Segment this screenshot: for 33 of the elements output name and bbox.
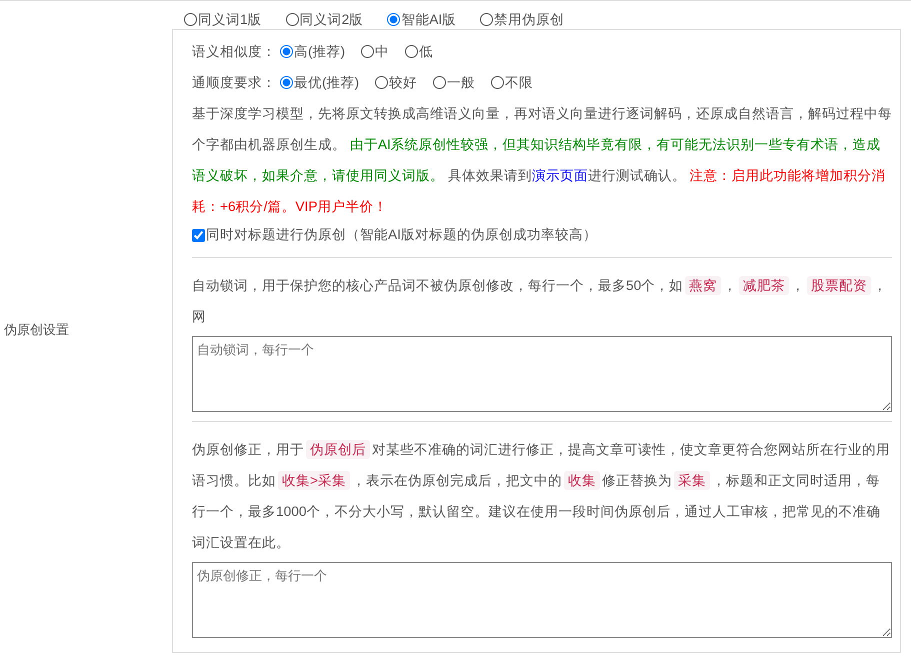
option-group-label: 语义相似度： <box>192 42 276 60</box>
option-label[interactable]: 一般 <box>447 74 476 92</box>
radio-button[interactable] <box>280 76 293 89</box>
checkbox-label[interactable]: 同时对标题进行伪原创（智能AI版对标题的伪原创成功率较高） <box>206 226 597 244</box>
correction-input[interactable]: 伪原创修正，每行一个 <box>192 562 892 638</box>
radio-button[interactable] <box>361 45 374 58</box>
correction-text: 伪原创修正，用于 伪原创后 对某些不准确的词汇进行修正，提高文章可读性，使文章更符合您网站所在行业的用语习惯。比如 收集>采集 ，表示在伪原创完成后，把文中的 收集 修正替换为 采集 ，标题和正文同时适用，每行一个，最多1000个，不分大小写，默认留空。建议在使用一段时间伪原创后，通过人工审核，把常见的不准确词汇设置在此。 <box>192 439 891 552</box>
option-label[interactable]: 低 <box>419 42 434 60</box>
option-label[interactable]: 同义词1版 <box>198 10 262 28</box>
option-label[interactable]: 最优(推荐) <box>294 74 360 92</box>
checkbox[interactable] <box>192 228 205 242</box>
option-label[interactable]: 不限 <box>505 74 534 92</box>
radio-button[interactable] <box>184 13 197 26</box>
radio-button[interactable] <box>480 13 494 26</box>
lock-words-input[interactable]: 自动锁词，每行一个 <box>192 336 892 412</box>
option-group-label: 通顺度要求： <box>192 74 276 92</box>
option-label[interactable]: 智能AI版 <box>401 10 456 28</box>
radio-button[interactable] <box>387 13 400 26</box>
radio-button[interactable] <box>280 45 293 58</box>
option-label[interactable]: 同义词2版 <box>300 10 364 28</box>
radio-button[interactable] <box>405 45 418 58</box>
demo-page-link[interactable]: 演示页面 <box>532 168 588 183</box>
option-label[interactable]: 高(推荐) <box>294 42 346 60</box>
radio-button[interactable] <box>491 76 504 89</box>
description-text: 基于深度学习模型，先将原文转换成高维语义向量，再对语义向量进行逐词解码，还原成自然语言，解码过程中每个字都由机器原创生成。 由于AI系统原创性较强，但其知识结构毕竟有限，有可能无法识别一些专有术语，造成语义破坏，如果介意，请使用同义词版。 具体效果请到演示页面进行测试确认。 注意：启用此功能将增加积分消耗：+6积分/篇。VIP用户半价！ <box>192 105 892 216</box>
section-label: 伪原创设置 <box>4 320 69 338</box>
radio-button[interactable] <box>375 76 388 89</box>
radio-button[interactable] <box>286 13 299 26</box>
radio-button[interactable] <box>433 76 446 89</box>
option-label[interactable]: 较好 <box>389 74 418 92</box>
option-label[interactable]: 中 <box>375 42 390 60</box>
lock-words-text: 自动锁词，用于保护您的核心产品词不被伪原创修改，每行一个，最多50个，如 燕窝 ， 减肥茶 ， 股票配资 ，网 <box>192 275 888 326</box>
option-label[interactable]: 禁用伪原创 <box>494 10 564 28</box>
